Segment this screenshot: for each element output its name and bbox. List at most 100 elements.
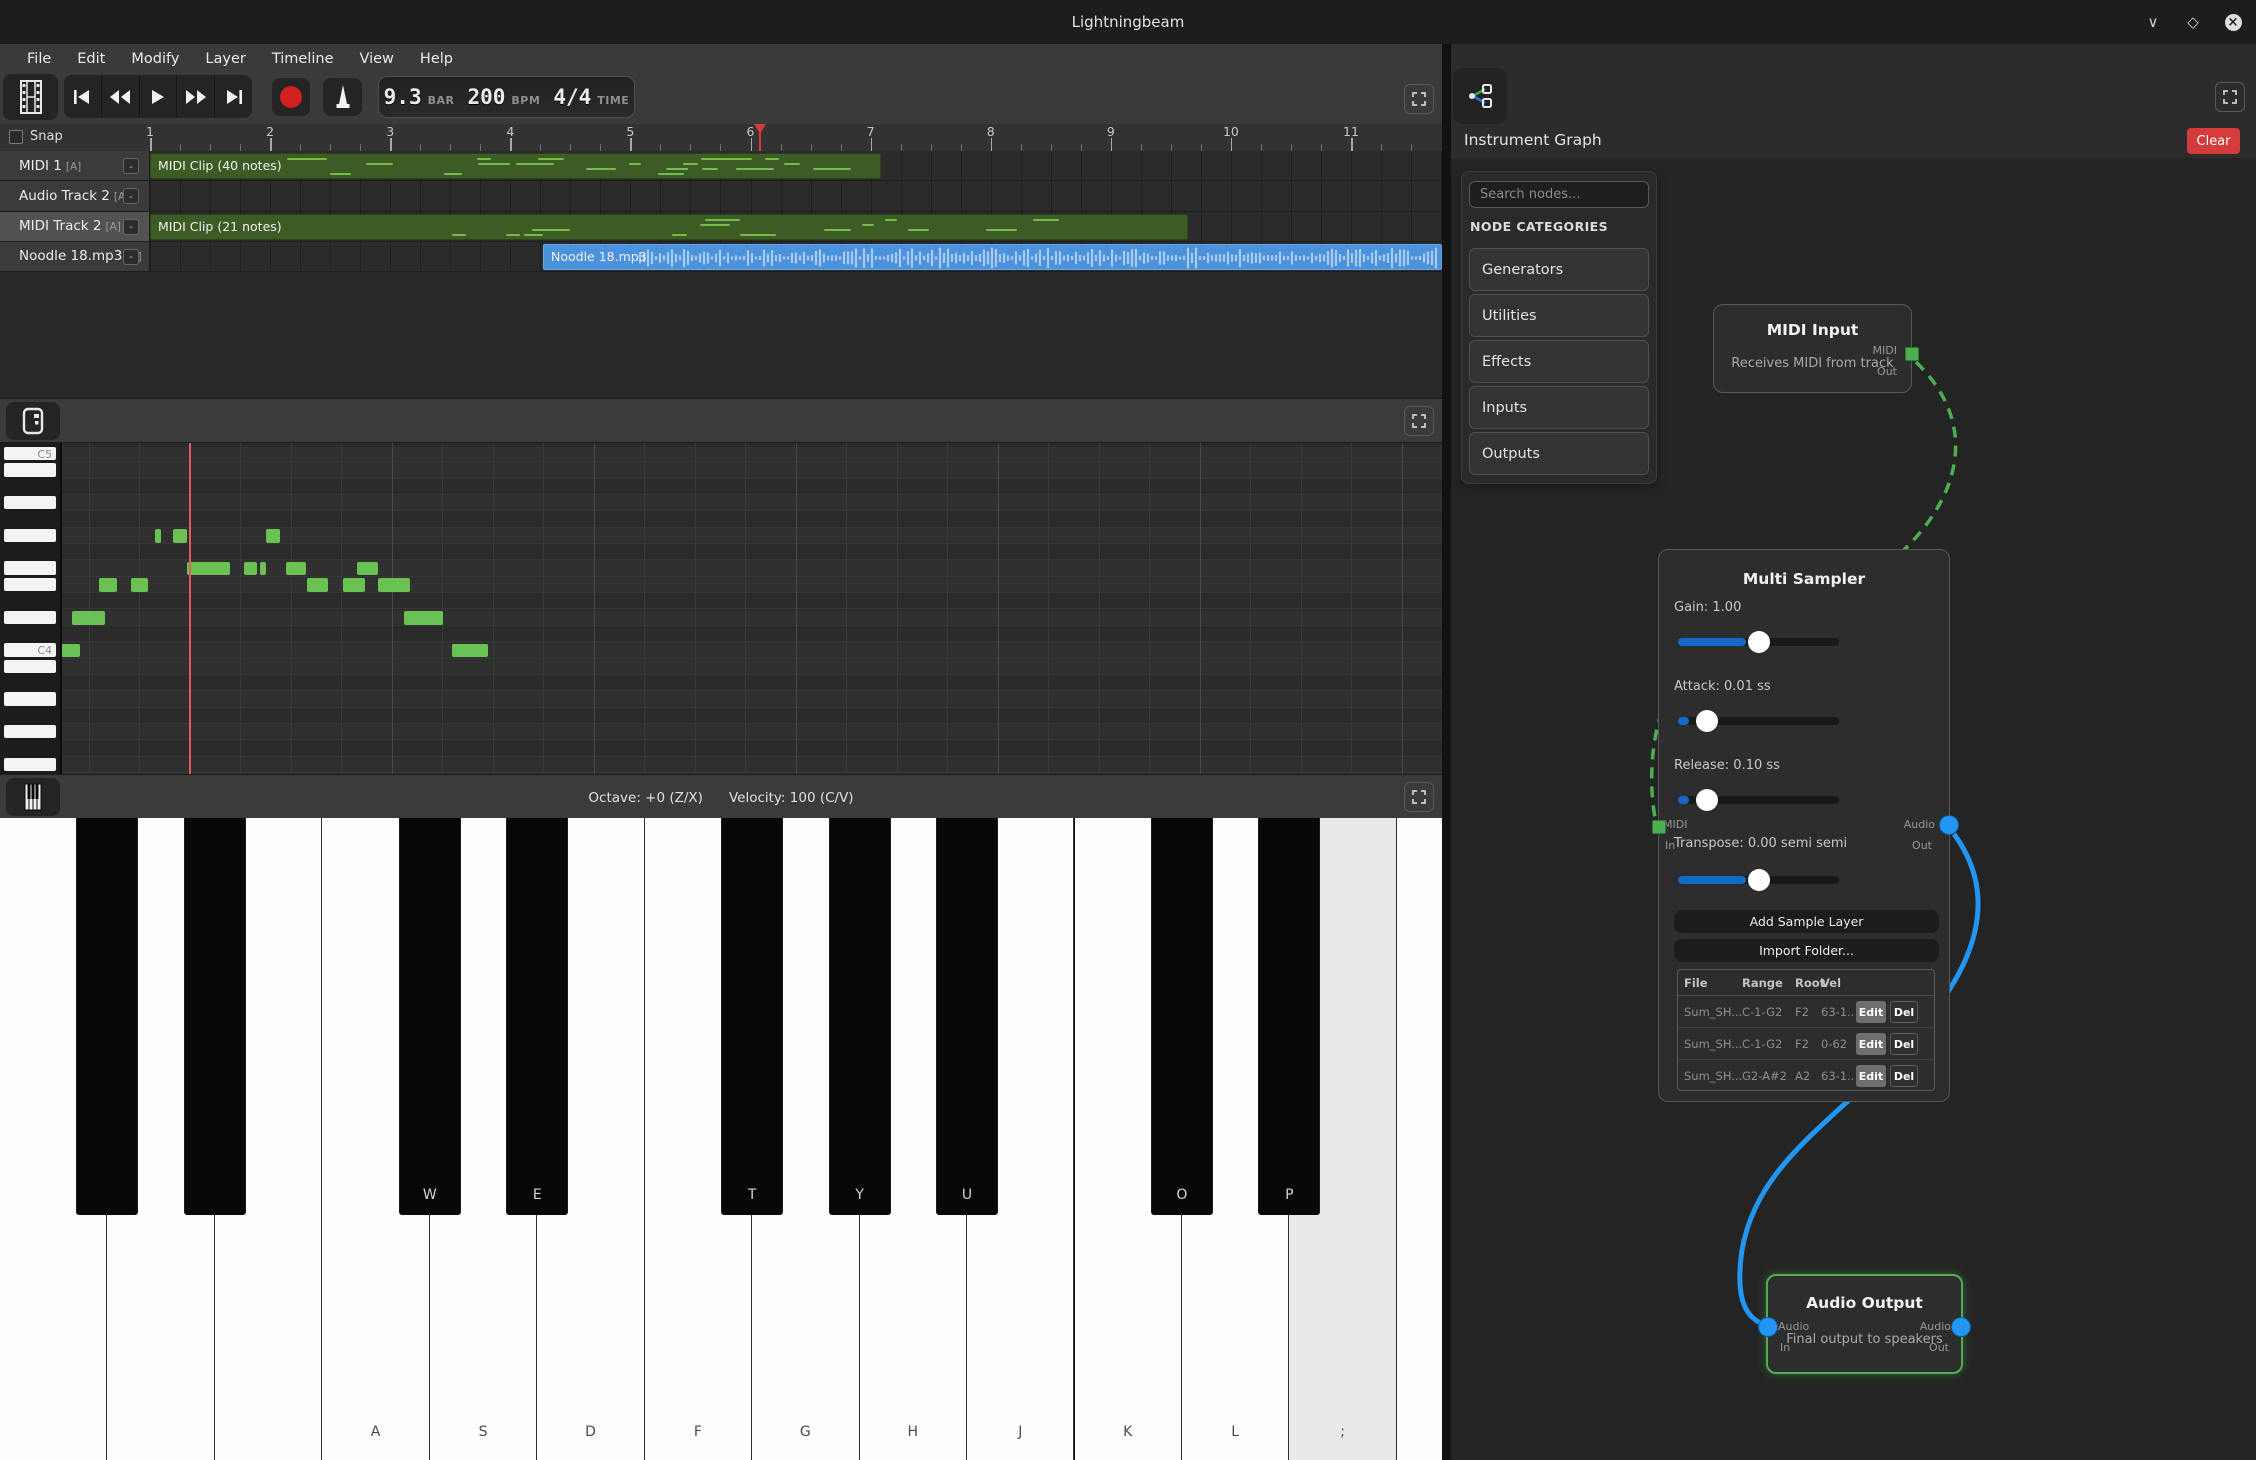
menu-item-edit[interactable]: Edit bbox=[64, 44, 118, 73]
midi-note[interactable] bbox=[187, 562, 230, 576]
category-utilities[interactable]: Utilities bbox=[1469, 294, 1649, 337]
edit-button[interactable]: Edit bbox=[1856, 1033, 1886, 1055]
audio-clip[interactable]: Noodle 18.mp3 bbox=[543, 244, 1442, 270]
track-name-cell[interactable]: Audio Track 2[A]- bbox=[0, 181, 150, 210]
pianoroll-keys[interactable]: C5 C4 bbox=[0, 443, 62, 774]
slider-knob[interactable] bbox=[1696, 789, 1718, 811]
pianoroll-grid[interactable]: C5 C4 bbox=[0, 443, 1442, 774]
node-multi-sampler[interactable]: Multi Sampler Gain: 1.00Attack: 0.01 ssR… bbox=[1658, 549, 1950, 1102]
strip-white-key[interactable] bbox=[4, 611, 56, 624]
midi-note[interactable] bbox=[155, 529, 161, 543]
audio-in-port[interactable] bbox=[1759, 1318, 1777, 1336]
strip-white-key[interactable] bbox=[4, 758, 56, 771]
menu-item-view[interactable]: View bbox=[347, 44, 407, 73]
strip-white-key[interactable] bbox=[4, 725, 56, 738]
black-key[interactable]: P bbox=[1258, 818, 1320, 1215]
black-key[interactable] bbox=[76, 818, 138, 1215]
graph-expand-icon[interactable] bbox=[2215, 82, 2245, 112]
black-key[interactable] bbox=[184, 818, 246, 1215]
param-slider[interactable] bbox=[1678, 796, 1839, 804]
add-sample-layer-button[interactable]: Add Sample Layer bbox=[1674, 910, 1939, 933]
piano-keyboard[interactable]: ASDFGHJKL;WETYUOP bbox=[0, 818, 1442, 1460]
midi-clip[interactable]: MIDI Clip (21 notes) bbox=[150, 214, 1188, 240]
timeline-empty-area[interactable] bbox=[0, 272, 1442, 398]
minimize-icon[interactable]: ∨ bbox=[2142, 11, 2164, 33]
play-button[interactable] bbox=[140, 75, 178, 118]
metronome-button[interactable] bbox=[323, 78, 362, 116]
track-minimize-button[interactable]: - bbox=[123, 158, 139, 174]
audio-out-port[interactable] bbox=[1940, 816, 1958, 834]
delete-button[interactable]: Del bbox=[1890, 1001, 1918, 1023]
black-key[interactable]: U bbox=[936, 818, 998, 1215]
strip-white-key[interactable] bbox=[4, 496, 56, 509]
midi-out-port[interactable] bbox=[1905, 347, 1919, 361]
strip-white-key[interactable] bbox=[4, 529, 56, 542]
node-audio-output[interactable]: Audio Output Final output to speakers Au… bbox=[1766, 1274, 1963, 1374]
param-slider[interactable] bbox=[1678, 638, 1839, 646]
import-folder-button[interactable]: Import Folder... bbox=[1674, 939, 1939, 962]
slider-knob[interactable] bbox=[1748, 631, 1770, 653]
search-input[interactable] bbox=[1469, 181, 1649, 208]
keyboard-expand-icon[interactable] bbox=[1404, 782, 1434, 812]
pianoroll-expand-icon[interactable] bbox=[1404, 406, 1434, 436]
strip-white-key[interactable] bbox=[4, 561, 56, 574]
midi-note[interactable] bbox=[343, 578, 365, 592]
midi-clip[interactable]: MIDI Clip (40 notes) bbox=[150, 153, 881, 179]
fast-forward-button[interactable] bbox=[177, 75, 215, 118]
midi-note[interactable] bbox=[131, 578, 148, 592]
strip-white-key[interactable] bbox=[4, 660, 56, 673]
strip-white-key[interactable]: C5 bbox=[4, 447, 56, 460]
frame-icon[interactable] bbox=[6, 402, 60, 440]
close-icon[interactable]: × bbox=[2222, 11, 2244, 33]
edit-button[interactable]: Edit bbox=[1856, 1001, 1886, 1023]
track-name-cell[interactable]: MIDI Track 2[A]- bbox=[0, 212, 150, 241]
category-generators[interactable]: Generators bbox=[1469, 248, 1649, 291]
black-key[interactable]: E bbox=[506, 818, 568, 1215]
midi-note[interactable] bbox=[61, 644, 80, 658]
snap-checkbox[interactable] bbox=[9, 130, 23, 144]
midi-note[interactable] bbox=[266, 529, 280, 543]
delete-button[interactable]: Del bbox=[1890, 1065, 1918, 1087]
menu-item-timeline[interactable]: Timeline bbox=[259, 44, 347, 73]
black-key[interactable]: O bbox=[1151, 818, 1213, 1215]
black-key[interactable]: T bbox=[721, 818, 783, 1215]
node-midi-input[interactable]: MIDI Input Receives MIDI from track MIDI… bbox=[1713, 304, 1912, 393]
timeline-ruler[interactable]: Snap 1234567891011 bbox=[0, 124, 1442, 152]
strip-white-key[interactable]: C4 bbox=[4, 643, 56, 656]
white-key[interactable] bbox=[1397, 818, 1442, 1460]
black-key[interactable]: W bbox=[399, 818, 461, 1215]
category-inputs[interactable]: Inputs bbox=[1469, 386, 1649, 429]
playhead-arrow-icon[interactable] bbox=[754, 124, 766, 134]
midi-note[interactable] bbox=[286, 562, 306, 576]
midi-note[interactable] bbox=[378, 578, 410, 592]
track-minimize-button[interactable]: - bbox=[123, 249, 139, 265]
record-button[interactable] bbox=[272, 78, 310, 116]
track-minimize-button[interactable]: - bbox=[123, 219, 139, 235]
category-effects[interactable]: Effects bbox=[1469, 340, 1649, 383]
midi-note[interactable] bbox=[404, 611, 443, 625]
midi-note[interactable] bbox=[307, 578, 328, 592]
midi-note[interactable] bbox=[244, 562, 257, 576]
midi-note[interactable] bbox=[72, 611, 105, 625]
edit-button[interactable]: Edit bbox=[1856, 1065, 1886, 1087]
timeline-expand-icon[interactable] bbox=[1404, 84, 1434, 114]
param-slider[interactable] bbox=[1678, 717, 1839, 725]
menu-item-layer[interactable]: Layer bbox=[192, 44, 258, 73]
skip-start-button[interactable] bbox=[64, 75, 102, 118]
param-slider[interactable] bbox=[1678, 876, 1839, 884]
slider-knob[interactable] bbox=[1748, 869, 1770, 891]
slider-knob[interactable] bbox=[1696, 710, 1718, 732]
menu-item-file[interactable]: File bbox=[14, 44, 64, 73]
midi-note[interactable] bbox=[452, 644, 488, 658]
strip-white-key[interactable] bbox=[4, 578, 56, 591]
skip-end-button[interactable] bbox=[215, 75, 252, 118]
maximize-icon[interactable]: ◇ bbox=[2182, 11, 2204, 33]
film-icon[interactable] bbox=[3, 74, 58, 120]
midi-note[interactable] bbox=[99, 578, 117, 592]
audio-out-port[interactable] bbox=[1952, 1318, 1970, 1336]
graph-canvas[interactable]: NODE CATEGORIES GeneratorsUtilitiesEffec… bbox=[1451, 158, 2256, 1460]
menu-item-modify[interactable]: Modify bbox=[118, 44, 192, 73]
track-name-cell[interactable]: Noodle 18.mp3[A]- bbox=[0, 242, 150, 271]
strip-white-key[interactable] bbox=[4, 463, 56, 476]
midi-note[interactable] bbox=[357, 562, 378, 576]
